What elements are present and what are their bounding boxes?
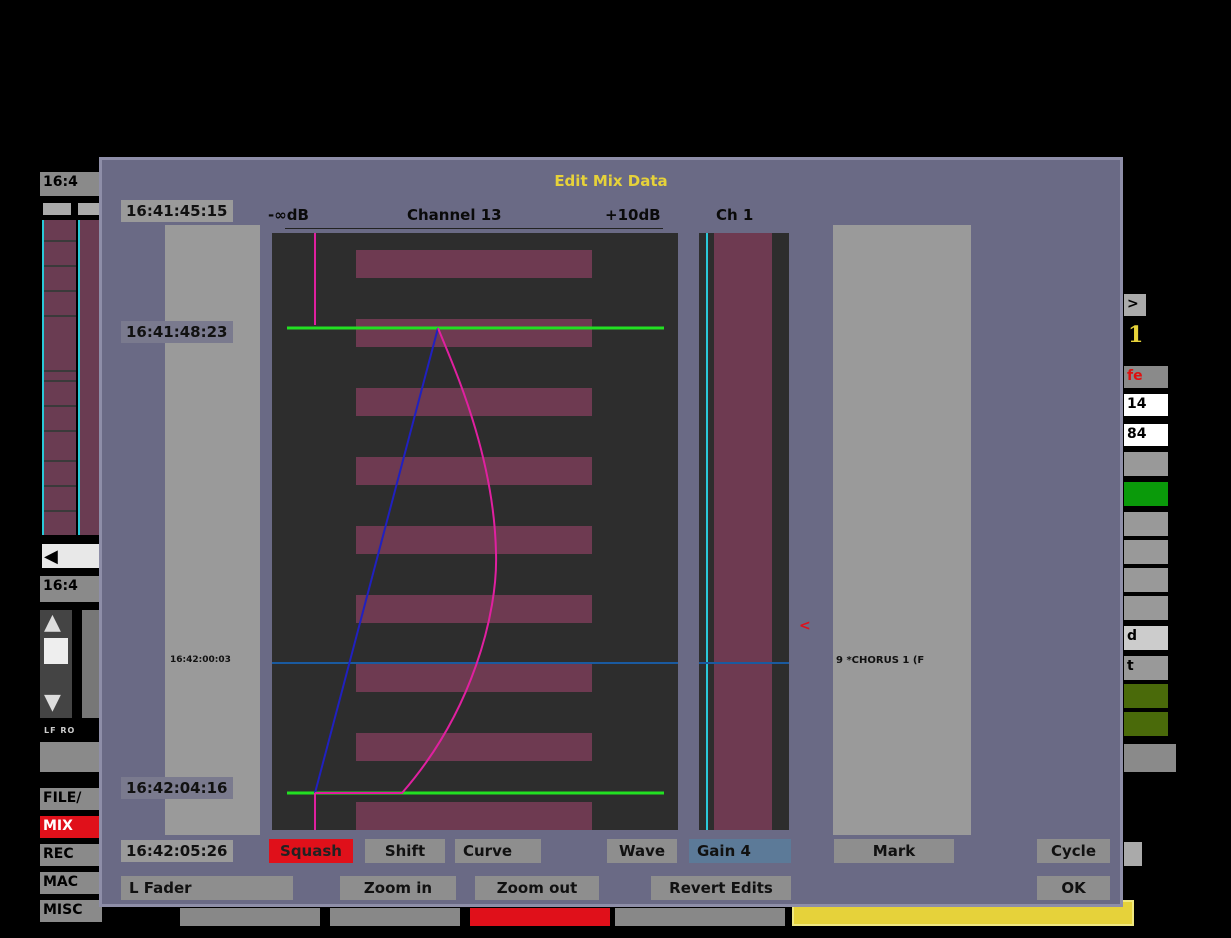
bg-box — [40, 742, 102, 772]
mix-edit-area[interactable] — [272, 233, 678, 830]
scale-underline — [285, 228, 663, 229]
scroll-thumb[interactable] — [44, 638, 68, 664]
bg-menu-mac[interactable]: MAC — [40, 872, 102, 894]
bg-bottom-button[interactable] — [470, 908, 610, 926]
timecode-marker-top: 16:41:48:23 — [121, 321, 233, 343]
bg-right-box: 14 — [1124, 394, 1168, 416]
bg-scrollbar[interactable]: ▲ ▼ — [40, 610, 72, 718]
ok-button[interactable]: OK — [1037, 876, 1110, 900]
bg-right-box[interactable] — [1124, 744, 1176, 772]
bg-right-olive[interactable] — [1124, 712, 1168, 736]
bg-right-box[interactable]: d — [1124, 626, 1168, 650]
wave-button[interactable]: Wave — [607, 839, 677, 863]
timecode-start: 16:41:45:15 — [121, 200, 233, 222]
bg-menu-mix[interactable]: MIX — [40, 816, 102, 838]
position-marker-icon: < — [799, 618, 811, 634]
bg-right-box: 84 — [1124, 424, 1168, 446]
arrow-down-icon[interactable]: ▼ — [44, 690, 61, 715]
bg-right-box: fe — [1124, 366, 1168, 388]
bg-meter-left — [42, 220, 76, 535]
bg-right-box[interactable] — [1124, 512, 1168, 536]
bg-right-box[interactable] — [1124, 568, 1168, 592]
bg-right-box[interactable] — [1124, 842, 1142, 866]
new-curve — [315, 327, 498, 794]
bg-channel-button[interactable] — [43, 203, 71, 215]
edit-mix-data-dialog: Edit Mix Data 16:41:45:15 16:41:48:23 16… — [99, 157, 1123, 907]
bg-bottom-button[interactable] — [330, 908, 460, 926]
shift-button[interactable]: Shift — [365, 839, 445, 863]
timecode-end: 16:42:05:26 — [121, 840, 233, 862]
channel-label: Channel 13 — [407, 206, 502, 224]
bg-timecode-mid: 16:4 — [40, 576, 102, 602]
scale-max-label: +10dB — [605, 206, 661, 224]
bg-right-box[interactable]: t — [1124, 656, 1168, 680]
curve-button[interactable]: Curve — [455, 839, 541, 863]
original-curve — [314, 327, 439, 794]
l-fader-button[interactable]: L Fader — [121, 876, 293, 900]
bg-menu-rec[interactable]: REC — [40, 844, 102, 866]
channel-line — [706, 233, 708, 830]
bg-right-olive[interactable] — [1124, 684, 1168, 708]
arrow-left-icon: ◀ — [44, 546, 58, 567]
bg-right-box[interactable] — [1124, 596, 1168, 620]
track-list[interactable] — [833, 225, 971, 835]
zoom-out-button[interactable]: Zoom out — [475, 876, 599, 900]
bg-fader[interactable] — [82, 610, 100, 718]
timeline-ruler[interactable] — [165, 225, 260, 835]
automation-curves[interactable] — [272, 233, 678, 830]
track-label[interactable]: 9 *CHORUS 1 (F — [836, 655, 924, 666]
bg-bottom-button[interactable] — [180, 908, 320, 926]
squash-button[interactable]: Squash — [269, 839, 353, 863]
channel-level — [714, 233, 772, 830]
timecode-cursor: 16:42:00:03 — [170, 655, 231, 665]
bg-right-box[interactable] — [1124, 452, 1168, 476]
dialog-title: Edit Mix Data — [554, 172, 668, 190]
bg-right-number: 1 — [1128, 322, 1144, 348]
ch-label: Ch 1 — [716, 206, 754, 224]
zoom-in-button[interactable]: Zoom in — [340, 876, 456, 900]
bg-right-green[interactable] — [1124, 482, 1168, 506]
gain-button[interactable]: Gain 4 — [689, 839, 791, 863]
bg-timecode: 16:4 — [40, 172, 102, 196]
bg-right-box[interactable] — [1124, 540, 1168, 564]
channel-strip[interactable] — [699, 233, 789, 830]
scale-min-label: -∞dB — [268, 206, 309, 224]
bg-scroll-left-button[interactable]: ◀ — [42, 544, 102, 568]
bg-label: LF RO — [44, 726, 76, 735]
timecode-marker-bottom: 16:42:04:16 — [121, 777, 233, 799]
bg-bottom-button[interactable] — [615, 908, 785, 926]
revert-edits-button[interactable]: Revert Edits — [651, 876, 791, 900]
mark-button[interactable]: Mark — [834, 839, 954, 863]
cycle-button[interactable]: Cycle — [1037, 839, 1110, 863]
cursor-line — [699, 662, 789, 664]
bg-menu-misc[interactable]: MISC — [40, 900, 102, 922]
arrow-up-icon[interactable]: ▲ — [44, 610, 61, 635]
bg-right-arrow[interactable]: > — [1124, 294, 1146, 316]
bg-menu-file[interactable]: FILE/ — [40, 788, 102, 810]
